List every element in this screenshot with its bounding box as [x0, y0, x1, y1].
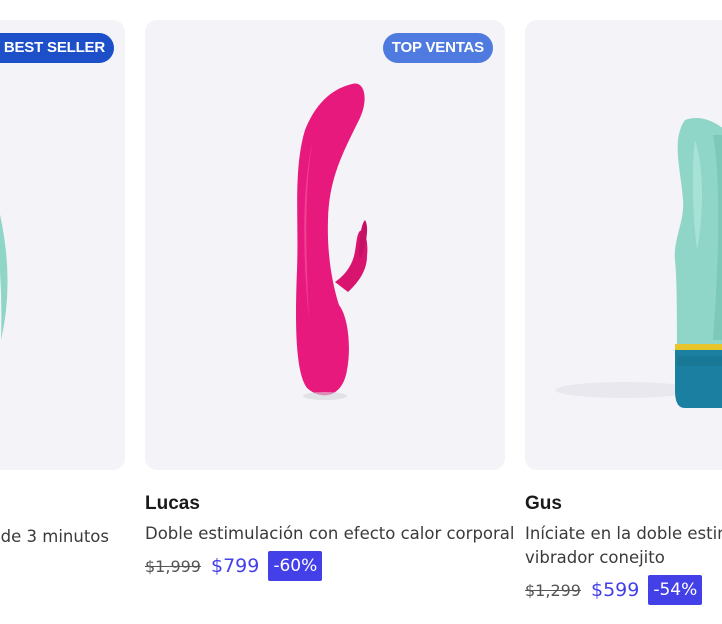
- top-ventas-badge: TOP VENTAS: [382, 33, 493, 63]
- product-image-mint-vibrator: [555, 118, 722, 408]
- original-price: $1,299: [525, 580, 581, 600]
- product-name[interactable]: Lucas: [145, 492, 505, 516]
- product-info: Lucas Doble estimulación con efecto calo…: [145, 492, 515, 582]
- product-info: s de 3 minutos: [0, 490, 125, 549]
- product-image-container[interactable]: [525, 20, 722, 470]
- product-info: Gus Iníciate en la doble estim vibrador …: [525, 492, 722, 606]
- discount-badge: -60%: [268, 551, 323, 581]
- product-card-lucas[interactable]: TOP VENTAS Lucas Doble estimulación con …: [145, 20, 515, 581]
- product-description-line1: Iníciate en la doble estim: [525, 524, 722, 543]
- discount-badge: -54%: [648, 575, 703, 605]
- price-row: $1,999 $799 -60%: [145, 550, 505, 582]
- product-carousel: #1 BEST SELLER s de 3 minutos TOP VENTAS…: [0, 0, 722, 624]
- sale-price: $799: [210, 555, 260, 577]
- sale-price: $599: [590, 579, 640, 601]
- product-image: [0, 214, 8, 340]
- best-seller-badge: #1 BEST SELLER: [0, 33, 114, 63]
- product-card-gus[interactable]: Gus Iníciate en la doble estim vibrador …: [525, 20, 722, 605]
- product-image-container[interactable]: #1 BEST SELLER: [0, 20, 125, 470]
- product-image-pink-vibrator: [296, 83, 368, 400]
- original-price: $1,999: [145, 556, 201, 576]
- product-image-container[interactable]: TOP VENTAS: [145, 20, 505, 470]
- product-name[interactable]: Gus: [525, 492, 722, 516]
- product-card[interactable]: #1 BEST SELLER s de 3 minutos: [0, 20, 125, 546]
- price-row: $1,299 $599 -54%: [525, 574, 722, 606]
- product-description: Doble estimulación con efecto calor corp…: [145, 524, 515, 543]
- product-description: s de 3 minutos: [0, 527, 109, 546]
- product-description-line2: vibrador conejito: [525, 548, 665, 567]
